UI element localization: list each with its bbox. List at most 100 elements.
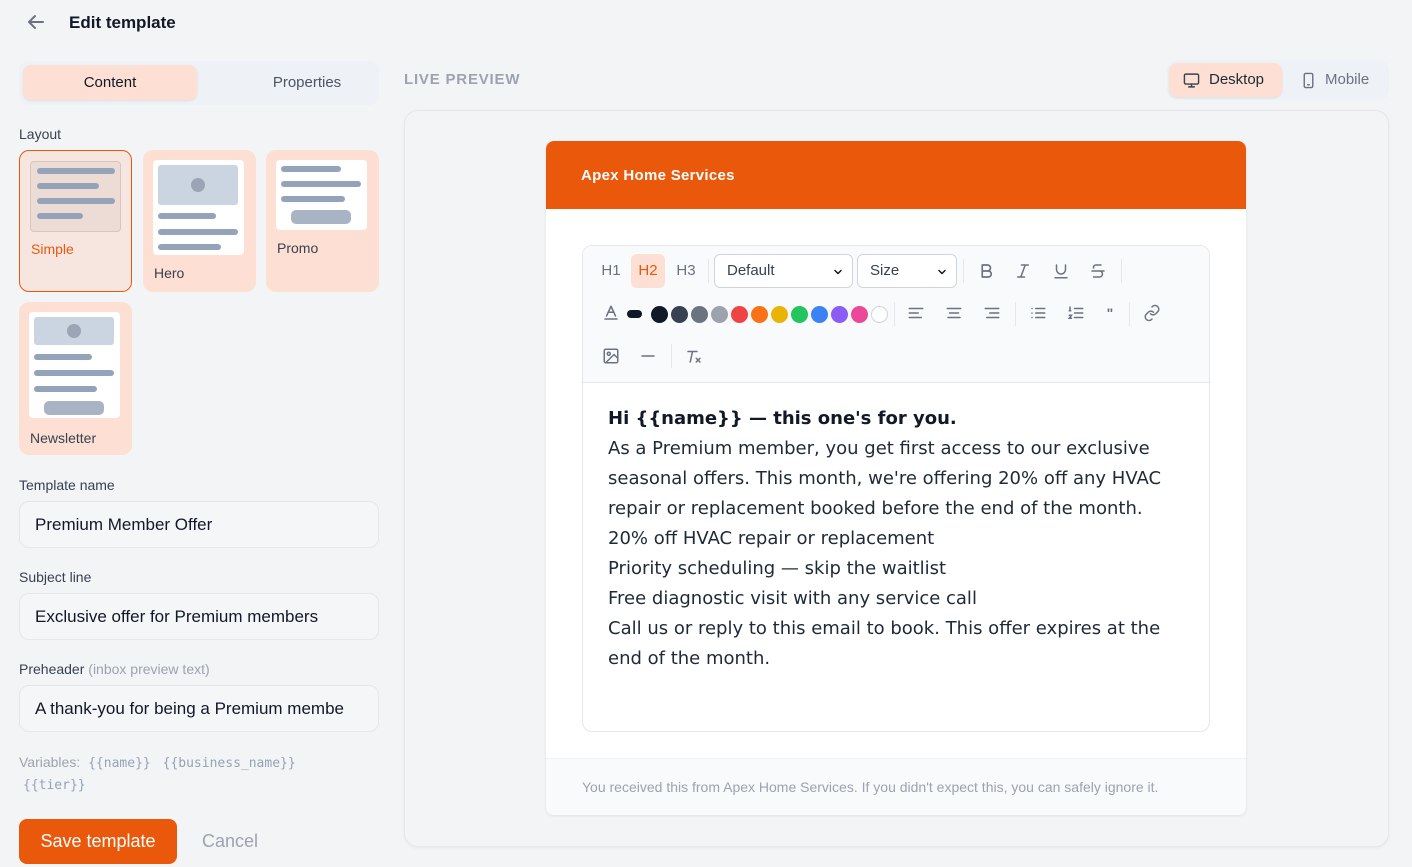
color-swatch-8[interactable] [791,306,808,323]
font-size-value: Size [870,262,900,279]
color-swatch-6[interactable] [751,306,768,323]
toolbar-divider [1129,302,1130,326]
live-preview-label: LIVE PREVIEW [404,71,521,88]
variables-list: Variables: {{name}} {{business_name}} {{… [19,752,349,796]
bullet-list-icon [1031,307,1046,319]
layout-option-label: Simple [31,241,74,257]
layout-option-label: Newsletter [30,430,97,446]
layout-option-newsletter[interactable]: Newsletter [19,302,132,455]
variable-chip[interactable]: {{name}} [84,756,155,771]
insert-link-button[interactable] [1135,296,1169,330]
heading-1-button[interactable]: H1 [594,254,628,288]
insert-image-button[interactable] [594,339,628,373]
blockquote-button[interactable]: " [1093,296,1127,330]
strikethrough-icon [1091,264,1105,278]
cancel-button[interactable]: Cancel [202,831,258,852]
color-swatch-1[interactable] [651,306,668,323]
color-swatch-9[interactable] [811,306,828,323]
email-paragraph: Call us or reply to this email to book. … [608,618,1161,669]
mobile-label: Mobile [1325,71,1370,88]
italic-button[interactable] [1006,254,1040,288]
bold-button[interactable] [969,254,1003,288]
chevron-down-icon [938,269,946,275]
rich-text-editor: H1 H2 H3 Default Size " Hi {{name}} — th… [582,245,1210,732]
variables-label: Variables: [19,754,81,770]
monitor-icon [1183,73,1200,88]
bullet-list-button[interactable] [1021,296,1055,330]
clear-formatting-icon [687,350,701,363]
back-button[interactable] [24,10,48,34]
email-header: Apex Home Services [546,141,1246,209]
desktop-label: Desktop [1209,71,1265,88]
toolbar-divider [894,302,895,326]
tab-properties[interactable]: Properties [220,65,394,100]
italic-icon [1017,264,1029,278]
template-name-label: Template name [19,477,115,493]
page-title: Edit template [69,13,176,32]
color-swatch-10[interactable] [831,306,848,323]
strikethrough-button[interactable] [1081,254,1115,288]
color-swatch-2[interactable] [671,306,688,323]
device-toggle: Desktop Mobile [1167,60,1389,100]
color-swatch-7[interactable] [771,306,788,323]
arrow-left-icon [28,15,44,29]
preheader-label-text: Preheader [19,661,85,677]
align-center-icon [946,307,962,319]
horizontal-rule-icon [641,355,655,357]
subject-line-input[interactable]: Exclusive offer for Premium members [19,593,379,640]
numbered-list-button[interactable] [1059,296,1093,330]
preheader-hint: (inbox preview text) [88,661,210,677]
color-swatch-3[interactable] [691,306,708,323]
save-template-button[interactable]: Save template [19,819,177,864]
preheader-input[interactable]: A thank-you for being a Premium membe [19,685,379,732]
toolbar-divider [708,259,709,283]
variable-chip[interactable]: {{tier}} [19,778,90,793]
heading-2-button[interactable]: H2 [631,254,665,288]
editor-toolbar: H1 H2 H3 Default Size " [583,246,1209,383]
underline-button[interactable] [1044,254,1078,288]
layout-option-promo[interactable]: Promo [266,150,379,292]
tab-content[interactable]: Content [23,65,197,100]
top-bar: Edit template [0,0,1412,46]
email-line: Free diagnostic visit with any service c… [608,588,977,609]
align-left-icon [908,307,924,319]
underline-icon [1054,264,1068,279]
toolbar-divider [1015,302,1016,326]
layout-option-label: Promo [277,240,319,256]
email-greeting: Hi {{name}} — this one's for you. [608,408,957,429]
align-center-button[interactable] [937,296,971,330]
template-name-input[interactable]: Premium Member Offer [19,501,379,548]
align-right-button[interactable] [975,296,1009,330]
email-footer: You received this from Apex Home Service… [546,758,1246,815]
font-family-select[interactable]: Default [714,254,853,288]
heading-3-button[interactable]: H3 [669,254,703,288]
panel-tabs: Content Properties [19,61,379,105]
font-size-select[interactable]: Size [857,254,957,288]
layout-option-hero[interactable]: Hero [143,150,256,292]
layout-option-label: Hero [154,265,185,281]
email-paragraph: As a Premium member, you get first acces… [608,438,1162,519]
text-color-button[interactable] [594,296,628,330]
chevron-down-icon [834,269,842,275]
mobile-toggle-button[interactable]: Mobile [1298,63,1383,97]
email-line: Priority scheduling — skip the waitlist [608,558,947,579]
editor-content[interactable]: Hi {{name}} — this one's for you. As a P… [608,404,1178,674]
color-swatch-4[interactable] [711,306,728,323]
color-swatch-11[interactable] [851,306,868,323]
layout-option-simple[interactable]: Simple [19,150,132,292]
color-swatch-12[interactable] [871,306,888,323]
variable-chip[interactable]: {{business_name}} [159,756,300,771]
horizontal-rule-button[interactable] [631,339,665,373]
layout-thumbnail [30,161,121,232]
bold-icon [981,264,992,278]
email-preview: Apex Home Services H1 H2 H3 Default Size [546,141,1246,815]
layout-label: Layout [19,126,62,142]
toolbar-divider [671,344,672,368]
toolbar-divider [963,259,964,283]
clear-formatting-button[interactable] [677,339,711,373]
align-left-button[interactable] [899,296,933,330]
current-color-indicator [627,310,642,318]
color-swatch-5[interactable] [731,306,748,323]
numbered-list-icon [1067,306,1084,319]
desktop-toggle-button[interactable]: Desktop [1169,63,1282,97]
